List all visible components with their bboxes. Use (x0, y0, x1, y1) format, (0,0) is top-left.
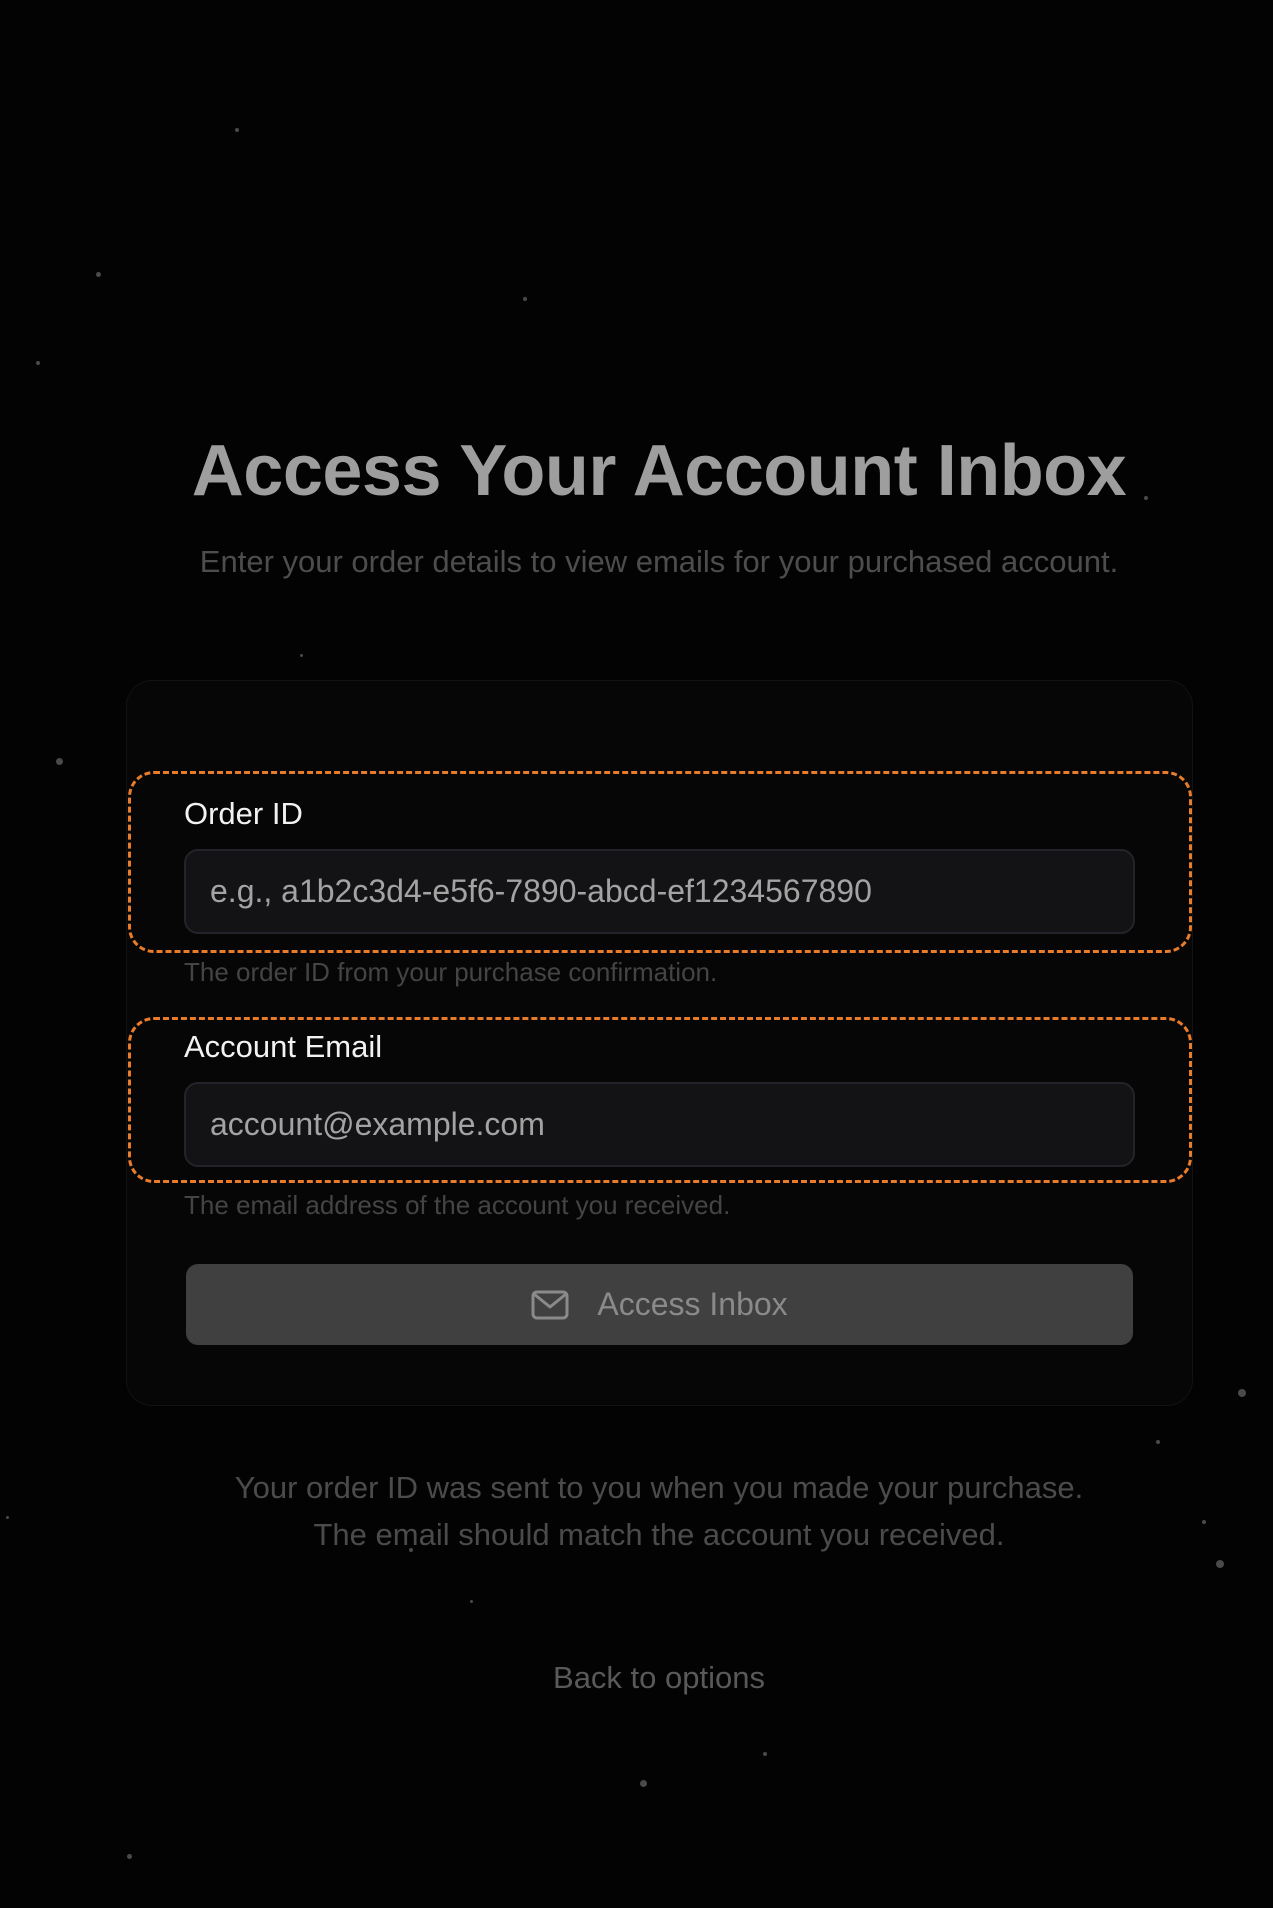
background-star (300, 654, 303, 657)
access-inbox-button[interactable]: Access Inbox (186, 1264, 1133, 1345)
background-star (763, 1752, 767, 1756)
background-star (127, 1854, 132, 1859)
order-id-helper-text: The order ID from your purchase confirma… (184, 957, 718, 987)
background-star (36, 361, 40, 365)
background-star (96, 272, 101, 277)
account-email-label: Account Email (184, 1029, 383, 1064)
page-subtitle: Enter your order details to view emails … (199, 544, 1119, 579)
background-star (640, 1780, 647, 1787)
footer-note-order-id: Your order ID was sent to you when you m… (234, 1470, 1084, 1505)
footer-note-email: The email should match the account you r… (313, 1517, 1005, 1552)
page-title: Access Your Account Inbox (191, 431, 1127, 511)
access-inbox-button-label: Access Inbox (597, 1286, 788, 1322)
mail-icon (531, 1290, 569, 1320)
page: Access Your Account Inbox Enter your ord… (0, 0, 1273, 1908)
background-star (523, 297, 527, 301)
background-star (235, 128, 239, 132)
background-star (1216, 1560, 1224, 1568)
order-id-input[interactable] (184, 849, 1135, 934)
background-star (56, 758, 63, 765)
background-star (1156, 1440, 1160, 1444)
account-email-helper-text: The email address of the account you rec… (184, 1190, 731, 1220)
background-star (470, 1600, 473, 1603)
account-email-input[interactable] (184, 1082, 1135, 1167)
back-to-options-link[interactable]: Back to options (0, 1660, 1273, 1696)
order-id-label: Order ID (184, 796, 303, 831)
background-star (1238, 1389, 1246, 1397)
